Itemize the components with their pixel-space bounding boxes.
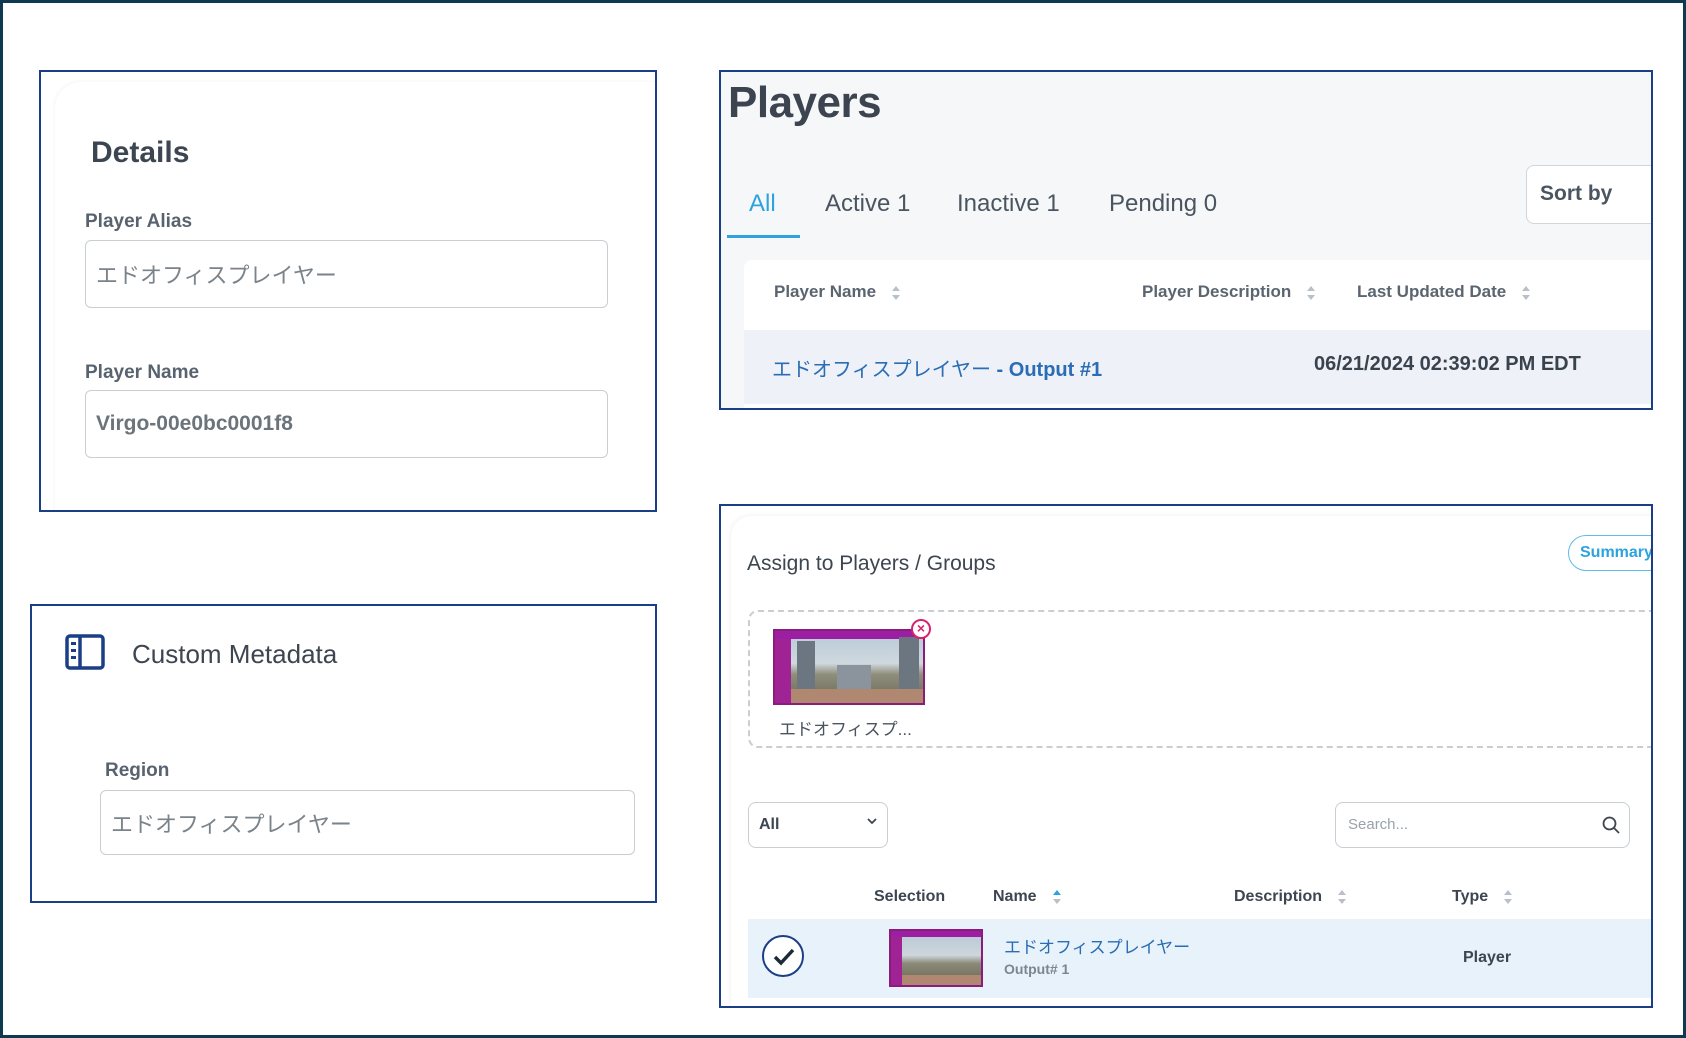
- column-header-label: Last Updated Date: [1357, 282, 1507, 301]
- sort-icon: [1338, 889, 1347, 904]
- row-player-name[interactable]: エドオフィスプレイヤー: [1004, 933, 1190, 958]
- region-value: エドオフィスプレイヤー: [111, 811, 352, 837]
- details-title: Details: [91, 136, 190, 169]
- player-alias-label: Player Alias: [85, 211, 193, 232]
- column-header-label: Name: [993, 888, 1037, 905]
- tab-all[interactable]: All: [749, 190, 776, 218]
- search-input[interactable]: Search...: [1335, 802, 1630, 848]
- screenshot-frame: Details Player Alias エドオフィスプレイヤー Player …: [0, 0, 1686, 1038]
- region-field[interactable]: エドオフィスプレイヤー: [100, 790, 635, 855]
- last-updated-value: 06/21/2024 02:39:02 PM EDT: [1314, 353, 1581, 375]
- player-name-text: エドオフィスプレイヤー: [772, 359, 991, 381]
- player-thumbnail: [773, 629, 925, 705]
- table-row[interactable]: エドオフィスプレイヤー Output# 1 Player: [748, 919, 1651, 998]
- custom-metadata-title: Custom Metadata: [132, 639, 338, 669]
- sort-by-dropdown[interactable]: Sort by: [1526, 165, 1651, 224]
- sort-asc-icon: [1052, 889, 1061, 904]
- selection-checkbox[interactable]: [762, 935, 804, 977]
- assign-panel: Assign to Players / Groups Summary × エドオ…: [719, 504, 1653, 1008]
- player-thumbnail: [889, 929, 983, 987]
- player-name-field[interactable]: Virgo-00e0bc0001f8: [85, 390, 608, 458]
- row-type: Player: [1463, 949, 1512, 966]
- column-header-player-name[interactable]: Player Name: [774, 282, 901, 302]
- selected-player-card[interactable]: × エドオフィスプ...: [773, 619, 931, 741]
- player-output-text: - Output #1: [991, 359, 1103, 381]
- column-header-label: Type: [1452, 888, 1489, 905]
- sort-icon: [1307, 285, 1316, 300]
- sort-icon: [892, 285, 901, 300]
- tab-pending[interactable]: Pending 0: [1109, 190, 1217, 218]
- column-header-label: Description: [1234, 888, 1323, 905]
- row-output-label: Output# 1: [1004, 961, 1070, 977]
- players-table: Player Name Player Description Last Upda…: [744, 260, 1651, 408]
- column-header-player-description[interactable]: Player Description: [1142, 282, 1316, 302]
- players-panel: Players All Active 1 Inactive 1 Pending …: [719, 70, 1653, 410]
- close-circle-icon[interactable]: ×: [911, 619, 931, 639]
- sort-icon: [1504, 889, 1513, 904]
- chevron-down-icon: [867, 818, 877, 825]
- sort-icon: [1522, 285, 1531, 300]
- tab-inactive[interactable]: Inactive 1: [957, 190, 1060, 218]
- player-alias-field[interactable]: エドオフィスプレイヤー: [85, 240, 608, 308]
- sidebar-panel-icon: [65, 634, 105, 670]
- tab-active[interactable]: Active 1: [825, 190, 910, 218]
- column-header-last-updated[interactable]: Last Updated Date: [1357, 282, 1531, 302]
- column-header-name[interactable]: Name: [993, 888, 1061, 906]
- region-label: Region: [105, 760, 170, 781]
- column-header-description[interactable]: Description: [1234, 888, 1347, 906]
- table-row[interactable]: エドオフィスプレイヤー - Output #1 06/21/2024 02:39…: [744, 330, 1651, 404]
- selected-dropzone[interactable]: × エドオフィスプ...: [748, 610, 1651, 748]
- column-header-selection: Selection: [874, 888, 946, 905]
- players-title: Players: [728, 78, 882, 127]
- summary-button[interactable]: Summary: [1568, 535, 1651, 571]
- details-panel: Details Player Alias エドオフィスプレイヤー Player …: [39, 70, 657, 512]
- card-label: エドオフィスプ...: [779, 720, 912, 739]
- search-icon[interactable]: [1601, 815, 1621, 835]
- player-name-label: Player Name: [85, 362, 200, 383]
- custom-metadata-panel: Custom Metadata Region エドオフィスプレイヤー: [30, 604, 657, 903]
- player-alias-value: エドオフィスプレイヤー: [96, 263, 337, 288]
- player-name-value: Virgo-00e0bc0001f8: [96, 412, 293, 435]
- active-tab-indicator: [727, 235, 800, 238]
- filter-select-value: All: [759, 816, 780, 833]
- column-header-label: Player Description: [1142, 282, 1292, 301]
- filter-select[interactable]: All: [748, 802, 888, 848]
- checkmark-icon: [773, 948, 795, 966]
- column-header-label: Player Name: [774, 282, 877, 301]
- player-name-link[interactable]: エドオフィスプレイヤー - Output #1: [772, 353, 1102, 382]
- column-header-type[interactable]: Type: [1452, 888, 1513, 906]
- search-placeholder: Search...: [1348, 816, 1409, 833]
- assign-title: Assign to Players / Groups: [747, 552, 996, 575]
